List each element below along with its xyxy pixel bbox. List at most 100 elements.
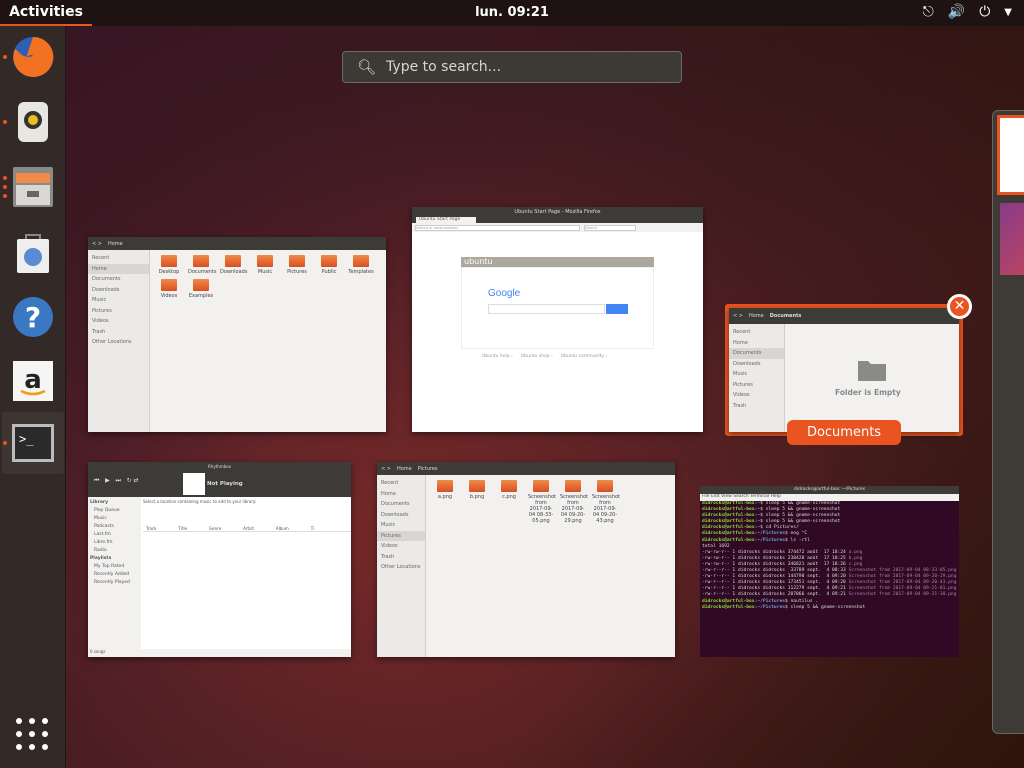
file-item[interactable]: Templates <box>348 255 374 275</box>
sidebar-item[interactable]: Pictures <box>377 530 425 541</box>
tab[interactable]: Ubuntu Start Page <box>416 217 477 224</box>
dock-terminal[interactable]: >_ <box>3 418 58 468</box>
file-item[interactable]: a.png <box>432 480 458 524</box>
file-item[interactable]: Desktop <box>156 255 182 275</box>
sidebar-item[interactable]: Other Locations <box>377 562 425 573</box>
path-pictures[interactable]: Pictures <box>418 466 438 472</box>
sidebar-item[interactable]: Music <box>729 369 784 380</box>
column-header[interactable]: Album <box>276 526 289 531</box>
library-item[interactable]: Radio <box>90 547 139 555</box>
google-search-input[interactable] <box>488 304 605 314</box>
close-window-button[interactable]: ✕ <box>947 294 972 319</box>
sidebar-item[interactable]: Home <box>88 263 149 274</box>
sidebar-item[interactable]: Videos <box>729 390 784 401</box>
sidebar-item[interactable]: Pictures <box>729 380 784 391</box>
sidebar-item[interactable]: Downloads <box>88 285 149 296</box>
footer-link[interactable]: Ubuntu shop › <box>521 354 553 359</box>
library-item[interactable]: Music <box>90 515 139 523</box>
help-icon: ? <box>13 297 53 337</box>
sidebar-item[interactable]: Home <box>377 489 425 500</box>
file-item[interactable]: Screenshot from 2017-09-04 09-20-29.png <box>560 480 588 524</box>
dock-help[interactable]: ? <box>8 292 58 342</box>
column-header[interactable]: Title <box>178 526 187 531</box>
dock-firefox[interactable] <box>3 32 58 82</box>
header-bar: < > Home Documents <box>729 308 959 324</box>
empty-folder-label: Folder is Empty <box>835 388 901 397</box>
file-item[interactable]: Screenshot from 2017-09-04 09-20-43.png <box>592 480 620 524</box>
library-item[interactable]: Podcasts <box>90 523 139 531</box>
sidebar-item[interactable]: Documents <box>88 274 149 285</box>
file-item[interactable]: Pictures <box>284 255 310 275</box>
library-item[interactable]: Recently Added <box>90 571 139 579</box>
show-applications-button[interactable] <box>16 718 50 752</box>
library-item[interactable]: Play Queue <box>90 507 139 515</box>
clock[interactable]: lun. 09:21 <box>475 5 549 20</box>
window-files-pictures[interactable]: < > Home Pictures Recent Home Documents Downl… <box>377 462 675 657</box>
file-item[interactable]: Screenshot from 2017-09-04 08-33-05.png <box>528 480 556 524</box>
system-tray[interactable]: ⎋ 🔊 ⏻ ▼ <box>923 4 1012 20</box>
file-item[interactable]: Documents <box>188 255 217 275</box>
path-home[interactable]: Home <box>749 313 764 319</box>
path-home[interactable]: Home <box>108 241 123 247</box>
window-files-documents[interactable]: < > Home Documents Recent Home Documents Down… <box>729 308 959 432</box>
network-icon[interactable]: ⎋ <box>923 4 934 20</box>
window-firefox[interactable]: Ubuntu Start Page - Mozilla Firefox Ubun… <box>412 207 703 432</box>
footer-link[interactable]: Ubuntu community › <box>561 354 608 359</box>
sidebar-item[interactable]: Music <box>377 520 425 531</box>
sidebar-item[interactable]: Downloads <box>729 359 784 370</box>
sidebar-item[interactable]: Downloads <box>377 510 425 521</box>
sidebar-item[interactable]: Videos <box>377 541 425 552</box>
dock-files[interactable] <box>3 162 58 212</box>
sidebar-item[interactable]: Trash <box>729 401 784 412</box>
sidebar-item[interactable]: Music <box>88 295 149 306</box>
search-input[interactable]: 🔍︎ Type to search... <box>342 51 682 83</box>
power-icon[interactable]: ⏻ <box>979 4 990 20</box>
sidebar-item[interactable]: Recent <box>729 327 784 338</box>
file-item[interactable]: c.png <box>496 480 522 524</box>
terminal-icon: >_ <box>12 424 54 462</box>
file-item[interactable]: b.png <box>464 480 490 524</box>
path-documents[interactable]: Documents <box>770 313 802 319</box>
google-search-button[interactable] <box>606 304 628 314</box>
sidebar-item[interactable]: Other Locations <box>88 337 149 348</box>
sidebar-item[interactable]: Recent <box>377 478 425 489</box>
chevron-down-icon[interactable]: ▼ <box>1004 7 1012 20</box>
activities-button[interactable]: Activities <box>0 0 92 26</box>
column-header[interactable]: Genre <box>209 526 221 531</box>
file-item[interactable]: Public <box>316 255 342 275</box>
workspace-2[interactable] <box>1000 203 1024 275</box>
sidebar-item[interactable]: Videos <box>88 316 149 327</box>
sidebar-item[interactable]: Home <box>729 338 784 349</box>
playback-controls[interactable]: ⏮ ▶ ⏭ ↻ ⇄ <box>94 477 139 485</box>
sidebar-item[interactable]: Pictures <box>88 306 149 317</box>
sidebar-item[interactable]: Trash <box>88 327 149 338</box>
window-terminal[interactable]: didrocks@artful-box: ~/Pictures File Edi… <box>700 486 959 657</box>
footer-link[interactable]: Ubuntu help › <box>482 354 513 359</box>
library-item[interactable]: Recently Played <box>90 579 139 587</box>
file-item[interactable]: Videos <box>156 279 182 299</box>
path-home[interactable]: Home <box>397 466 412 472</box>
volume-icon[interactable]: 🔊 <box>948 4 965 20</box>
library-item[interactable]: My Top Rated <box>90 563 139 571</box>
file-item[interactable]: Downloads <box>220 255 247 275</box>
library-item[interactable]: Libre.fm <box>90 539 139 547</box>
dock-rhythmbox[interactable] <box>3 97 58 147</box>
sidebar-item[interactable]: Trash <box>377 552 425 563</box>
sidebar-item[interactable]: Recent <box>88 253 149 264</box>
dock-software[interactable] <box>8 228 58 278</box>
section-label: Playlists <box>90 556 112 561</box>
file-item[interactable]: Examples <box>188 279 214 299</box>
workspace-1[interactable] <box>997 115 1024 195</box>
window-files-home[interactable]: < > Home Recent Home Documents Downloads Musi… <box>88 237 386 432</box>
column-header[interactable]: Track <box>146 526 156 531</box>
address-bar[interactable]: Search or enter address <box>415 224 580 231</box>
sidebar-item[interactable]: Documents <box>729 348 784 359</box>
column-header[interactable]: Artist <box>243 526 254 531</box>
window-rhythmbox[interactable]: Rhythmbox ⏮ ▶ ⏭ ↻ ⇄ Not Playing Library … <box>88 462 351 657</box>
sidebar-item[interactable]: Documents <box>377 499 425 510</box>
library-item[interactable]: Last.fm <box>90 531 139 539</box>
search-bar[interactable]: Search <box>584 224 636 231</box>
dock-amazon[interactable]: a <box>8 356 58 406</box>
file-item[interactable]: Music <box>252 255 278 275</box>
column-header[interactable]: Ti <box>311 526 314 531</box>
